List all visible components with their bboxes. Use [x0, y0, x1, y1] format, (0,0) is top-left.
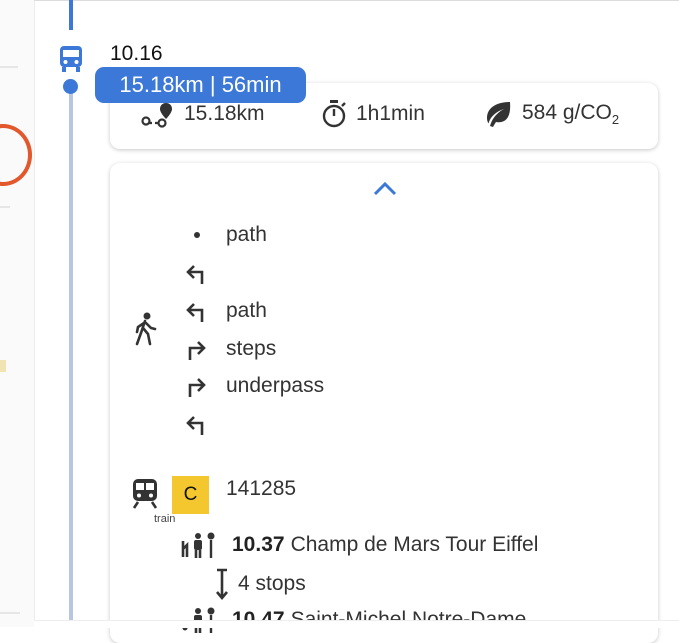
stops-arrow-icon	[216, 568, 228, 601]
route-distance-icon	[141, 103, 172, 128]
dot-icon	[182, 220, 212, 250]
chevron-up-icon[interactable]	[372, 179, 398, 197]
boarding-stop-name: Champ de Mars Tour Eiffel	[290, 533, 539, 556]
panel-fragment	[0, 360, 6, 372]
turn-right-icon	[182, 334, 212, 364]
boarding-stop: 10.37 Champ de Mars Tour Eiffel	[180, 530, 538, 560]
leaf-icon	[487, 102, 511, 127]
walk-step: path	[182, 220, 267, 250]
walk-step: steps	[182, 334, 276, 364]
departure-time: 10.16	[110, 42, 163, 65]
train-icon	[132, 479, 158, 509]
walk-step: path	[182, 296, 267, 326]
timeline-segment	[69, 0, 73, 30]
walk-step-label: path	[226, 223, 267, 246]
walk-step	[182, 409, 226, 439]
duration-value: 1h1min	[356, 102, 425, 125]
divider	[34, 0, 679, 1]
divider	[0, 66, 18, 68]
stopwatch-icon	[322, 100, 346, 128]
divider	[0, 612, 20, 614]
walk-step	[182, 258, 226, 288]
bus-icon	[60, 46, 82, 72]
turn-left-icon	[182, 258, 212, 288]
timeline-dot	[63, 79, 78, 94]
duration-badge[interactable]: 15.18km | 56min	[95, 67, 306, 103]
line-badge: C	[172, 476, 209, 514]
walk-step-label: path	[226, 299, 267, 322]
walk-step-label: underpass	[226, 374, 325, 397]
highlight-mark	[0, 124, 32, 186]
turn-left-icon	[182, 409, 212, 439]
timeline-line	[69, 80, 73, 627]
transport-mode-label: train	[154, 513, 176, 525]
co2-value: 584 g/CO2	[522, 100, 620, 128]
co2-summary: 584 g/CO2	[482, 97, 619, 131]
boarding-icon	[181, 532, 215, 558]
stops-count: 4 stops	[238, 572, 306, 595]
left-panel-edge	[0, 0, 34, 627]
boarding-time: 10.37	[232, 533, 285, 556]
walk-icon	[135, 312, 157, 346]
turn-right-icon	[182, 371, 212, 401]
walk-step: underpass	[182, 371, 324, 401]
distance-value: 15.18km	[184, 102, 265, 125]
trip-number: 141285	[226, 477, 297, 500]
turn-left-icon	[182, 296, 212, 326]
leg-details-card: path path steps underpass train C 141285…	[110, 163, 658, 643]
walk-step-label: steps	[226, 337, 277, 360]
intermediate-stops[interactable]: 4 stops	[214, 567, 306, 601]
duration-summary: 1h1min	[320, 97, 425, 131]
divider	[0, 206, 10, 208]
